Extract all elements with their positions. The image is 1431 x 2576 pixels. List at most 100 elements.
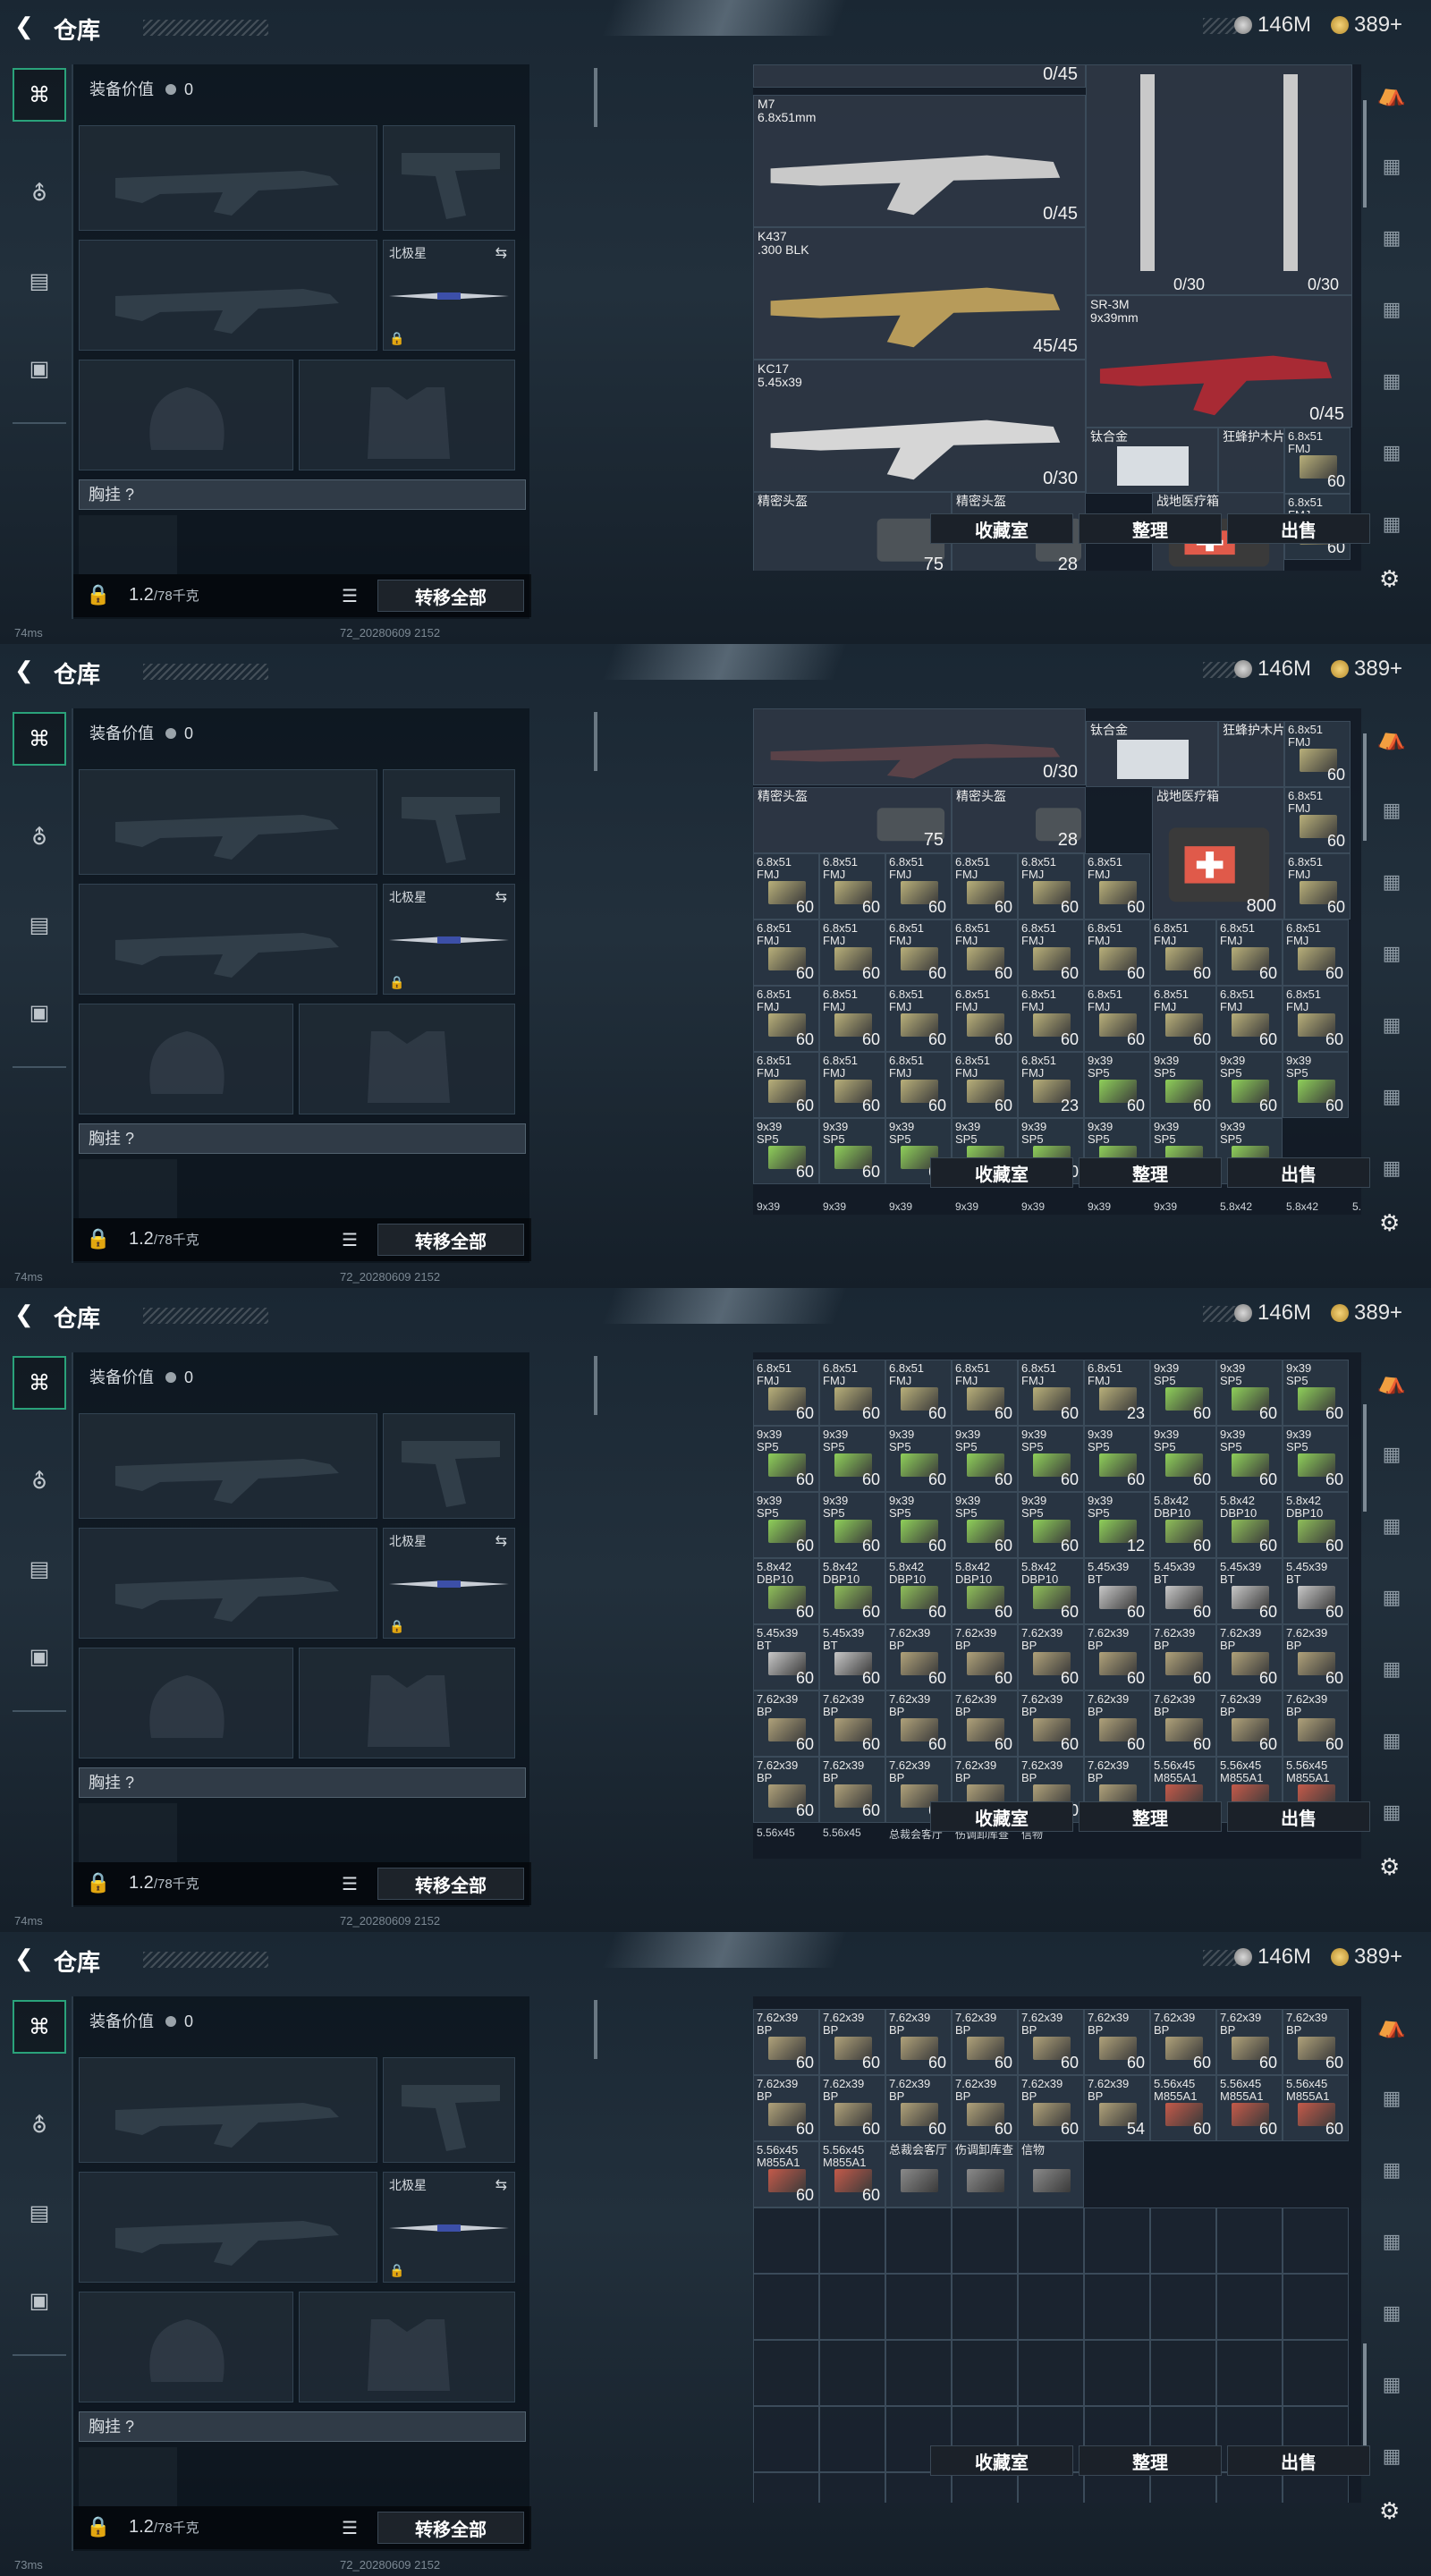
chest-rig-slot[interactable] — [79, 1803, 177, 1862]
ammo-cell[interactable]: 9x39 SP5 60 — [1018, 1426, 1084, 1492]
ammo-cell[interactable]: 9x39 SP5 60 — [1018, 1492, 1084, 1558]
home-tab-icon[interactable]: ⛺ — [1374, 2007, 1410, 2043]
ammo-cell[interactable]: 9x39 SP5 60 — [1150, 1360, 1216, 1426]
tab-2-icon[interactable]: ▦ — [1374, 2080, 1410, 2116]
ammo-cell[interactable]: 6.8x51 FMJ60 — [1018, 853, 1084, 919]
transfer-all-button[interactable]: 转移全部 — [377, 2512, 524, 2544]
empty-cell[interactable] — [885, 2472, 952, 2503]
item-cell[interactable]: 0/45 — [753, 64, 1086, 88]
sell-button[interactable]: 出售 — [1227, 513, 1370, 544]
pistol-slot[interactable] — [383, 2057, 515, 2163]
ammo-cell[interactable]: 9x39 SP5 60 — [885, 1426, 952, 1492]
ammo-cell[interactable]: 6.8x51 FMJ60 — [753, 1360, 819, 1426]
empty-cell[interactable] — [1084, 2472, 1150, 2503]
chest-rig-slot[interactable] — [79, 2447, 177, 2506]
tab-2-icon[interactable]: ▦ — [1374, 148, 1410, 184]
ammo-cell[interactable]: 9x39 SP5 60 — [1283, 1426, 1349, 1492]
ammo-cell[interactable]: 6.8x51 FMJ60 — [753, 1052, 819, 1118]
tab-3-icon[interactable]: ▦ — [1374, 2152, 1410, 2188]
favorites-button[interactable]: 收藏室 — [930, 2445, 1073, 2476]
ammo-cell[interactable]: 9x39 SP5 60 — [1283, 1052, 1349, 1118]
ammo-cell[interactable]: 7.62x39 BP 60 — [753, 2009, 819, 2075]
sell-button[interactable]: 出售 — [1227, 1157, 1370, 1188]
empty-cell[interactable] — [1084, 2274, 1150, 2340]
vest-tab-icon[interactable]: ▤ — [13, 2186, 66, 2240]
helmet-tab-icon[interactable]: ⛢ — [13, 1454, 66, 1508]
helmet-tab-icon[interactable]: ⛢ — [13, 166, 66, 220]
item-cell[interactable]: 狂蜂护木片 — [1218, 428, 1284, 494]
melee-slot[interactable]: 北极星 ⇆ 🔒 — [383, 2172, 515, 2283]
ammo-cell[interactable]: 6.8x51 FMJ60 — [885, 1052, 952, 1118]
ammo-cell[interactable]: 7.62x39 BP 60 — [753, 1757, 819, 1823]
ammo-cell[interactable]: 9x39 SP5 60 — [819, 1118, 885, 1184]
item-cell[interactable]: 精密头盔 75 — [753, 787, 952, 853]
melee-slot[interactable]: 北极星 ⇆ 🔒 — [383, 884, 515, 995]
case-tab-icon[interactable]: ▣ — [13, 1630, 66, 1683]
ammo-cell[interactable]: 7.62x39 BP 60 — [1216, 1690, 1283, 1757]
equipment-scrollbar[interactable] — [594, 2000, 597, 2059]
ammo-cell[interactable]: 7.62x39 BP 60 — [1018, 2009, 1084, 2075]
ammo-cell[interactable]: 9x39 SP5 60 — [1216, 1426, 1283, 1492]
ammo-cell[interactable]: 7.62x39 BP 60 — [1018, 1624, 1084, 1690]
tab-7-icon[interactable]: ▦ — [1374, 2438, 1410, 2474]
ammo-cell[interactable]: 7.62x39 BP 60 — [952, 1624, 1018, 1690]
ammo-cell[interactable]: 6.8x51 FMJ60 — [819, 853, 885, 919]
ammo-cell[interactable]: 5.45x39 BT 60 — [1084, 1558, 1150, 1624]
settings-gear-icon[interactable]: ⚙ — [1379, 565, 1400, 593]
ammo-cell[interactable]: 6.8x51 FMJ60 — [1284, 428, 1351, 494]
ammo-cell[interactable]: 7.62x39 BP 60 — [819, 1690, 885, 1757]
ammo-cell[interactable]: 7.62x39 BP 60 — [819, 1757, 885, 1823]
ammo-cell[interactable]: 6.8x51 FMJ 23 — [1018, 1052, 1084, 1118]
empty-cell[interactable] — [819, 2406, 885, 2472]
ammo-cell[interactable]: 5.8x42 DBP10 60 — [885, 1558, 952, 1624]
tab-4-icon[interactable]: ▦ — [1374, 292, 1410, 327]
ammo-cell[interactable]: 7.62x39 BP 60 — [1283, 1624, 1349, 1690]
tab-7-icon[interactable]: ▦ — [1374, 1794, 1410, 1830]
ammo-cell[interactable]: 9x39 SP5 60 — [1084, 1426, 1150, 1492]
ammo-cell[interactable]: 6.8x51 FMJ60 — [885, 853, 952, 919]
empty-cell[interactable] — [1283, 2472, 1349, 2503]
chest-rig-slot[interactable] — [79, 1159, 177, 1218]
ammo-cell[interactable]: 5.8x42 DBP10 60 — [1150, 1492, 1216, 1558]
chest-rig-bar[interactable]: 胸挂 ? — [79, 479, 526, 510]
empty-cell[interactable] — [1018, 2472, 1084, 2503]
ammo-cell[interactable]: 9x39 SP5 60 — [1216, 1052, 1283, 1118]
gold-currency[interactable]: 389+ — [1331, 657, 1402, 682]
tab-7-icon[interactable]: ▦ — [1374, 506, 1410, 542]
back-arrow-icon[interactable]: ❮ — [14, 1302, 38, 1326]
armor-slot[interactable] — [299, 1648, 515, 1758]
ammo-cell[interactable]: 5.8x42 DBP10 60 — [753, 1558, 819, 1624]
helmet-tab-icon[interactable]: ⛢ — [13, 2098, 66, 2152]
item-cell[interactable]: SR-3M 9x39mm 0/45 — [1086, 295, 1352, 428]
storage-scrollbar[interactable] — [1363, 2343, 1367, 2460]
ammo-cell[interactable]: 7.62x39 BP 60 — [1084, 2009, 1150, 2075]
ammo-cell[interactable]: 7.62x39 BP 60 — [1084, 1624, 1150, 1690]
ammo-cell[interactable]: 6.8x51 FMJ60 — [1216, 919, 1283, 986]
ammo-cell[interactable]: 9x39 SP5 60 — [952, 1492, 1018, 1558]
ammo-cell[interactable]: 6.8x51 FMJ60 — [952, 919, 1018, 986]
ammo-cell[interactable]: 6.8x51 FMJ60 — [952, 986, 1018, 1052]
chest-rig-slot[interactable] — [79, 515, 177, 574]
item-cell[interactable]: 精密头盔 75 — [753, 492, 952, 571]
ammo-cell[interactable]: 6.8x51 FMJ60 — [753, 986, 819, 1052]
pistol-slot[interactable] — [383, 769, 515, 875]
ammo-cell[interactable]: 5.56x45 M855A1 60 — [753, 2141, 819, 2207]
ammo-cell[interactable]: 9x39 SP5 12 — [1084, 1492, 1150, 1558]
empty-cell[interactable] — [1150, 2207, 1216, 2274]
empty-cell[interactable] — [1283, 2340, 1349, 2406]
secondary-weapon-slot[interactable] — [79, 2172, 377, 2283]
ammo-cell[interactable]: 7.62x39 BP 60 — [1216, 2009, 1283, 2075]
gold-currency[interactable]: 389+ — [1331, 13, 1402, 38]
empty-cell[interactable] — [819, 2472, 885, 2503]
tab-4-icon[interactable]: ▦ — [1374, 1580, 1410, 1615]
weapon-tab-icon[interactable]: ⌘ — [13, 712, 66, 766]
home-tab-icon[interactable]: ⛺ — [1374, 1363, 1410, 1399]
organize-button[interactable]: 整理 — [1079, 1157, 1222, 1188]
ammo-cell[interactable]: 9x39 SP5 60 — [1150, 1426, 1216, 1492]
empty-cell[interactable] — [1216, 2274, 1283, 2340]
ammo-cell[interactable]: 7.62x39 BP 60 — [885, 1624, 952, 1690]
ammo-cell[interactable]: 6.8x51 FMJ60 — [1018, 986, 1084, 1052]
case-tab-icon[interactable]: ▣ — [13, 342, 66, 395]
helmet-slot[interactable] — [79, 2292, 293, 2402]
ammo-cell[interactable]: 5.45x39 BT 60 — [1216, 1558, 1283, 1624]
